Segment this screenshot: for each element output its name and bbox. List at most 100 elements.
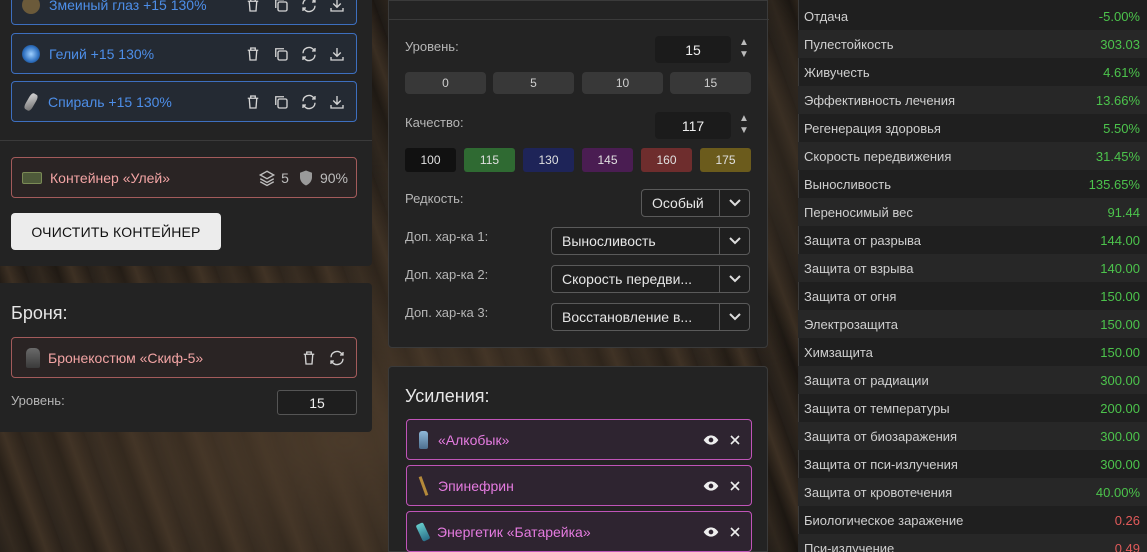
stat-name: Пси-излучение [804, 540, 895, 552]
armor-level-label: Уровень: [11, 393, 65, 408]
swap-icon[interactable] [299, 0, 318, 14]
extra2-select[interactable]: Скорость передви... [551, 265, 750, 293]
quality-preset-175[interactable]: 175 [700, 148, 751, 172]
stat-row: Защита от температуры 200.00 [798, 394, 1147, 422]
bottle-icon [419, 430, 428, 449]
eye-icon[interactable] [703, 524, 719, 540]
extra1-select[interactable]: Выносливость [551, 227, 750, 255]
close-icon[interactable] [727, 432, 743, 448]
quality-preset-100[interactable]: 100 [405, 148, 456, 172]
quality-stepper[interactable]: ▲ ▼ [738, 113, 750, 137]
container-label: Контейнер «Улей» [50, 169, 171, 186]
stat-value: 300.00 [1100, 372, 1140, 388]
eye-icon[interactable] [703, 432, 719, 448]
stat-row: Пулестойкость 303.03 [798, 30, 1147, 58]
swap-icon[interactable] [327, 348, 346, 367]
stat-name: Биологическое заражение [804, 512, 964, 528]
stat-value: 4.61% [1103, 64, 1140, 80]
boost-item-battery[interactable]: Энергетик «Батарейка» [406, 511, 752, 552]
mod-row[interactable]: Змеиный глаз +15 130% [11, 0, 357, 25]
stat-value: 135.65% [1088, 176, 1140, 192]
rarity-select[interactable]: Особый [641, 189, 750, 217]
quality-preset-130[interactable]: 130 [523, 148, 574, 172]
copy-icon[interactable] [271, 44, 290, 63]
download-icon[interactable] [327, 44, 346, 63]
trash-icon[interactable] [299, 348, 318, 367]
copy-icon[interactable] [271, 0, 290, 14]
stat-value: 200.00 [1100, 400, 1140, 416]
swap-icon[interactable] [299, 92, 318, 111]
trash-icon[interactable] [243, 92, 262, 111]
swap-icon[interactable] [299, 44, 318, 63]
close-icon[interactable] [727, 478, 743, 494]
stat-value: 13.66% [1095, 92, 1140, 108]
boosts-title: Усиления: [405, 386, 490, 406]
boost-label: Энергетик «Батарейка» [437, 523, 591, 540]
trash-icon[interactable] [243, 44, 262, 63]
quality-preset-115[interactable]: 115 [464, 148, 515, 172]
container-panel: Змеиный глаз +15 130% Гелий +15 130% Спи… [0, 0, 372, 266]
container-row[interactable]: Контейнер «Улей» 5 90% [11, 157, 357, 198]
download-icon[interactable] [327, 0, 346, 14]
download-icon[interactable] [327, 92, 346, 111]
stat-name: Живучесть [804, 64, 870, 80]
container-protection: 90% [297, 169, 348, 187]
stat-name: Защита от разрыва [804, 232, 922, 248]
stat-value: 150.00 [1100, 316, 1140, 332]
mod-row-gelium[interactable]: Гелий +15 130% [11, 33, 357, 74]
stat-row: Защита от кровотечения 40.00% [798, 478, 1147, 506]
stat-value: 40.00% [1095, 484, 1140, 500]
quality-preset-160[interactable]: 160 [641, 148, 692, 172]
artifact-icon [22, 0, 40, 14]
level-stepper[interactable]: ▲ ▼ [738, 37, 750, 61]
layers-icon [259, 169, 276, 186]
chevron-down-icon [719, 304, 749, 330]
boost-label: «Алкобык» [438, 431, 510, 448]
stat-value: 91.44 [1107, 204, 1140, 220]
mod-label: Змеиный глаз +15 130% [49, 0, 207, 13]
level-preset-15[interactable]: 15 [670, 72, 751, 94]
stat-row: Биологическое заражение 0.26 [798, 506, 1147, 534]
level-preset-0[interactable]: 0 [405, 72, 486, 94]
eye-icon[interactable] [703, 478, 719, 494]
close-icon[interactable] [727, 524, 743, 540]
armor-item-label: Бронекостюм «Скиф-5» [48, 349, 204, 366]
trash-icon[interactable] [243, 0, 262, 14]
quality-preset-145[interactable]: 145 [582, 148, 633, 172]
mod-row-spiral[interactable]: Спираль +15 130% [11, 81, 357, 122]
armor-level-input[interactable]: 15 [277, 390, 357, 415]
stat-value: 0.26 [1114, 512, 1140, 528]
extra3-select[interactable]: Восстановление в... [551, 303, 750, 331]
level-preset-5[interactable]: 5 [493, 72, 574, 94]
quality-input[interactable]: 117 [655, 112, 731, 139]
stat-row: Защита от пси-излучения 300.00 [798, 450, 1147, 478]
stat-row: Отдача -5.00% [798, 2, 1147, 30]
stat-name: Регенерация здоровья [804, 120, 941, 136]
stat-name: Защита от радиации [804, 372, 929, 388]
chevron-down-icon [719, 266, 749, 292]
clear-container-button[interactable]: ОЧИСТИТЬ КОНТЕЙНЕР [11, 213, 221, 250]
level-preset-10[interactable]: 10 [582, 72, 663, 94]
extra2-value: Скорость передви... [562, 271, 693, 287]
mod-label: Гелий +15 130% [49, 45, 155, 62]
level-input[interactable]: 15 [655, 36, 731, 63]
level-label: Уровень: [405, 39, 459, 54]
boost-item-epinephrine[interactable]: Эпинефрин [406, 465, 752, 506]
extra3-value: Восстановление в... [562, 309, 693, 325]
stat-name: Переносимый вес [804, 204, 913, 220]
stat-row: Живучесть 4.61% [798, 58, 1147, 86]
stat-value: -5.00% [1098, 8, 1140, 24]
rarity-label: Редкость: [405, 191, 464, 206]
armor-suit-icon [26, 347, 40, 368]
slots-value: 5 [281, 169, 289, 186]
energy-drink-icon [415, 521, 431, 542]
armor-item-row[interactable]: Бронекостюм «Скиф-5» [11, 337, 357, 378]
stat-row: Скорость передвижения 31.45% [798, 142, 1147, 170]
divider [0, 140, 372, 141]
boost-item-alkobyk[interactable]: «Алкобык» [406, 419, 752, 460]
stat-row: Выносливость 135.65% [798, 170, 1147, 198]
divider [389, 19, 769, 20]
copy-icon[interactable] [271, 92, 290, 111]
armor-title: Броня: [11, 303, 68, 323]
stat-row: Регенерация здоровья 5.50% [798, 114, 1147, 142]
